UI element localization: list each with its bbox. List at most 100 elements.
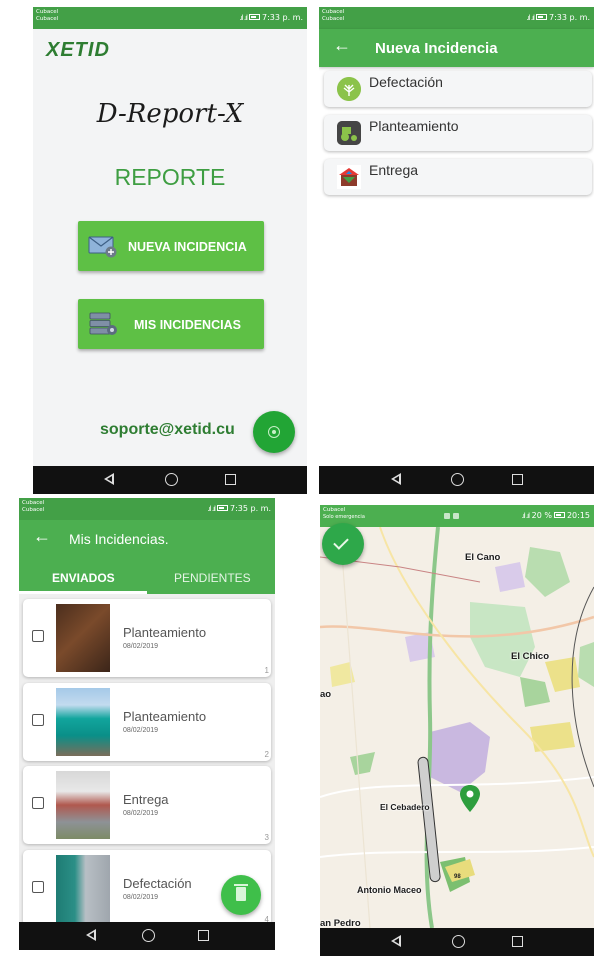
back-nav-icon[interactable] [391,932,401,947]
status-bar: Cubacel Cubacel .ıl .ıl 7:35 p. m. [19,498,275,520]
recents-nav-icon[interactable] [512,470,523,485]
tab-bar: ENVIADOS PENDIENTES [19,558,275,594]
battery-icon [216,505,228,511]
trash-icon [234,884,248,901]
system-nav-bar [319,466,594,494]
select-checkbox[interactable] [32,714,44,726]
mail-add-icon [88,236,117,258]
report-number: 3 [264,833,269,842]
incident-type-label: Entrega [369,162,419,178]
tractor-icon [337,121,361,145]
report-photo [56,604,110,672]
select-checkbox[interactable] [32,797,44,809]
carrier-label: Cubacel [323,507,346,513]
home-nav-icon[interactable] [452,932,465,948]
select-checkbox[interactable] [32,881,44,893]
select-checkbox[interactable] [32,630,44,642]
screen-home: Cubacel Cubacel .ıl .ıl 7:33 p. m. XETID … [33,7,307,494]
my-incidents-label: MIS INCIDENCIAS [134,318,241,332]
carrier-label: Cubacel [36,16,59,22]
map-label-el-cano: El Cano [465,552,501,563]
system-nav-bar [19,922,275,950]
xetid-logo: XETID [46,39,110,61]
back-nav-icon[interactable] [391,470,401,485]
back-arrow-icon[interactable]: ← [33,526,51,547]
map-label-el-cebadero: El Cebadero [380,802,430,812]
report-photo [56,855,110,923]
battery-percent: 20 % [531,511,552,520]
tab-indicator [19,591,147,594]
list-item[interactable]: Planteamiento 08/02/2019 1 [23,599,271,677]
map-label-el-chico: El Chico [511,651,550,662]
incident-type-defectacion[interactable]: Defectación [324,71,592,107]
status-bar: Cubacel Cubacel .ıl .ıl 7:33 p. m. [33,7,307,29]
signal-icon: .ıl .ıl [239,14,249,22]
battery-icon [553,512,565,518]
incident-type-entrega[interactable]: Entrega [324,159,592,195]
new-incident-label: NUEVA INCIDENCIA [128,240,247,254]
support-email[interactable]: soporte@xetid.cu [100,421,235,439]
location-fab[interactable] [253,411,295,453]
map-area [530,722,575,752]
screen-my-incidents: Cubacel Cubacel .ıl .ıl 7:35 p. m. ← Mis … [19,498,275,950]
report-title: Entrega [123,792,169,807]
tab-enviados[interactable]: ENVIADOS [52,571,115,585]
signal-icon: .ıl .ıl [207,505,217,513]
carrier-label: Cubacel [22,507,45,513]
report-number: 1 [264,666,269,675]
notification-icon [444,512,451,519]
carrier-label: Cubacel [36,9,59,15]
report-photo [56,771,110,839]
new-incident-button[interactable]: NUEVA INCIDENCIA [78,221,264,271]
incident-type-planteamiento[interactable]: Planteamiento [324,115,592,151]
delivery-box-icon [337,165,361,189]
battery-icon [248,14,260,20]
carrier-label: Cubacel [22,500,45,506]
battery-icon [535,14,547,20]
back-nav-icon[interactable] [86,926,96,941]
report-date: 08/02/2019 [123,643,159,650]
confirm-location-fab[interactable] [322,523,364,565]
section-title: REPORTE [114,164,226,190]
signal-icon: .ıl .ıl [526,14,536,22]
list-item[interactable]: Entrega 08/02/2019 3 [23,766,271,844]
map-label-antonio-maceo: Antonio Maceo [357,885,422,895]
tab-pendientes[interactable]: PENDIENTES [174,571,251,585]
recents-nav-icon[interactable] [225,470,236,485]
home-nav-icon[interactable] [451,470,464,486]
report-title: Planteamiento [123,709,207,724]
target-icon [268,426,280,438]
status-time: 7:33 p. m. [261,13,303,22]
map-urban [495,562,525,592]
incident-type-label: Planteamiento [369,118,459,134]
home-nav-icon[interactable] [142,926,155,942]
incident-type-label: Defectación [369,74,443,90]
map-view[interactable] [320,527,594,928]
back-arrow-icon[interactable]: ← [333,35,351,56]
status-bar: Cubacel Solo emergencia .ıl .ıl 20 % 20:1… [320,505,594,527]
status-bar: Cubacel Cubacel .ıl .ıl 7:33 p. m. [319,7,594,29]
report-title: Planteamiento [123,625,207,640]
list-item[interactable]: Planteamiento 08/02/2019 2 [23,683,271,761]
carrier-label: Solo emergencia [323,514,365,520]
map-label-ao: ao [320,689,332,700]
home-nav-icon[interactable] [165,470,178,486]
report-date: 08/02/2019 [123,727,159,734]
delete-fab[interactable] [221,875,261,915]
wheat-icon [337,77,361,101]
report-date: 08/02/2019 [123,894,159,901]
status-time: 7:33 p. m. [548,13,590,22]
system-nav-bar [33,466,307,494]
system-nav-bar [320,928,594,956]
recents-nav-icon[interactable] [512,932,523,947]
my-incidents-button[interactable]: MIS INCIDENCIAS [78,299,264,349]
page-title: Nueva Incidencia [375,40,498,57]
app-title: D-Report-X [96,99,244,129]
server-list-icon [89,312,117,335]
carrier-label: Cubacel [322,9,345,15]
carrier-label: Cubacel [322,16,345,22]
notification-icon [453,512,460,519]
map-label-road-98: 98 [454,874,461,880]
recents-nav-icon[interactable] [198,926,209,941]
back-nav-icon[interactable] [104,470,114,485]
